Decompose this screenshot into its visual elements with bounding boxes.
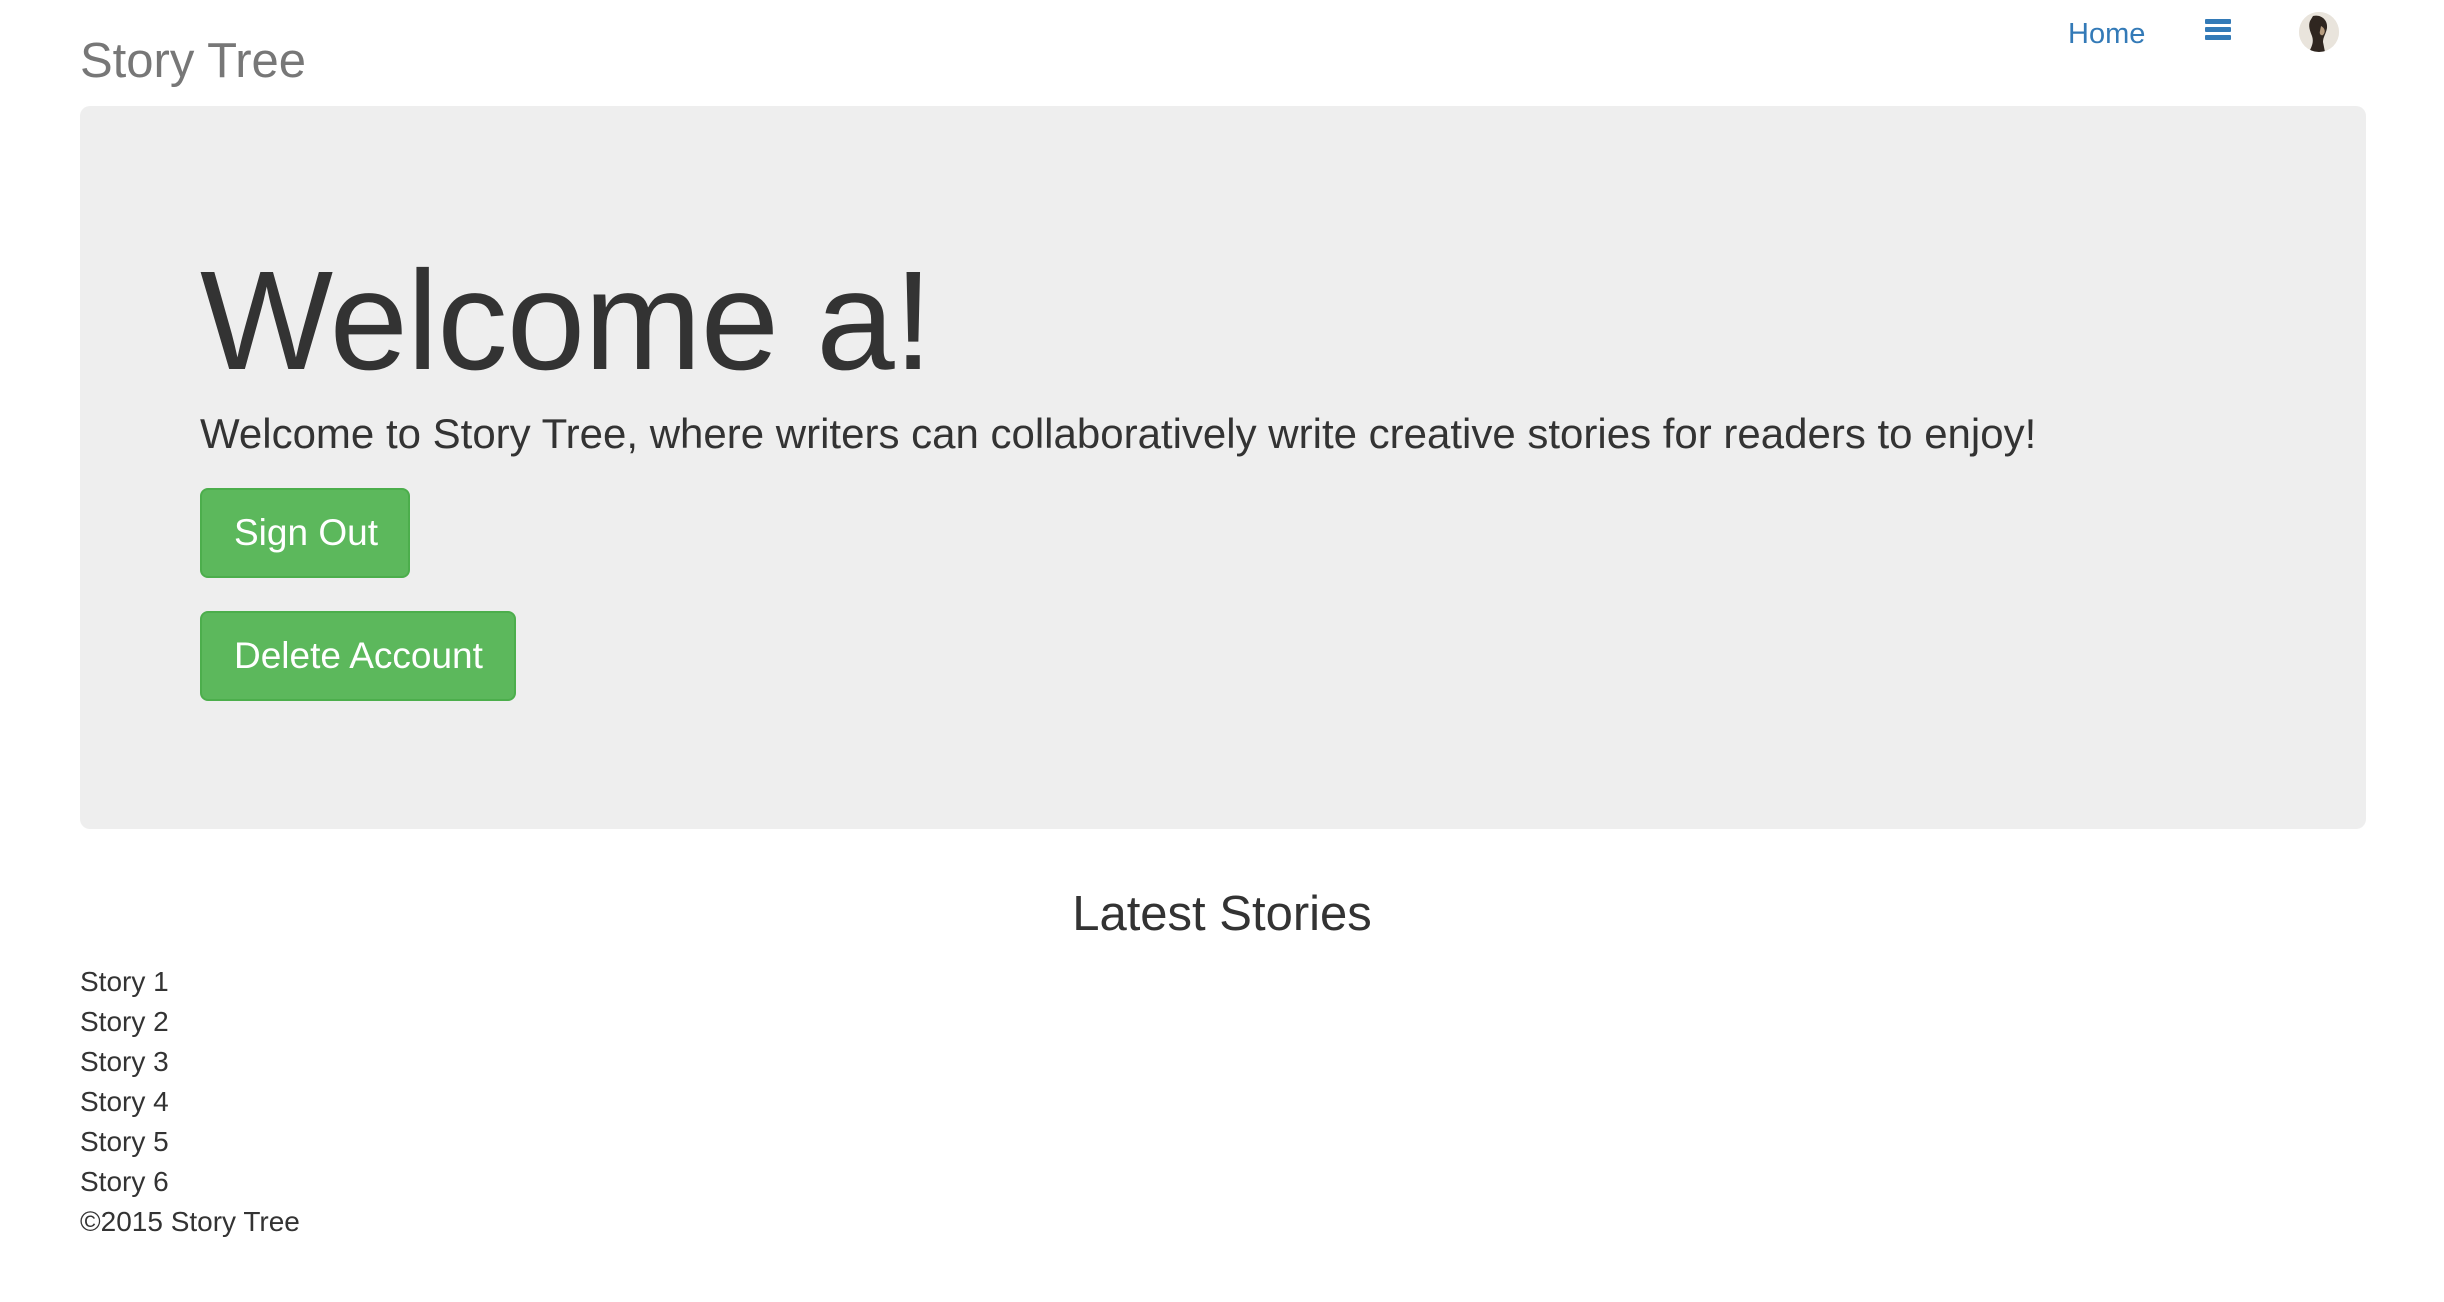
user-avatar[interactable] (2299, 12, 2339, 52)
page: Story Tree Home Welcome a! Welcome to St… (0, 0, 2444, 1302)
story-item[interactable]: Story 2 (80, 1002, 169, 1042)
story-item[interactable]: Story 1 (80, 962, 169, 1002)
footer-copyright: ©2015 Story Tree (80, 1206, 300, 1237)
story-item[interactable]: Story 3 (80, 1042, 169, 1082)
welcome-lead: Welcome to Story Tree, where writers can… (200, 410, 2037, 457)
jumbotron: Welcome a! Welcome to Story Tree, where … (80, 106, 2366, 829)
hamburger-menu-icon[interactable] (2205, 17, 2231, 43)
sign-out-button[interactable]: Sign Out (200, 488, 410, 578)
story-item[interactable]: Story 6 (80, 1162, 169, 1202)
brand-link[interactable]: Story Tree (80, 30, 306, 92)
story-list: Story 1 Story 2 Story 3 Story 4 Story 5 … (80, 962, 169, 1202)
avatar-image (2299, 12, 2339, 52)
delete-account-button[interactable]: Delete Account (200, 611, 516, 701)
nav-home-link[interactable]: Home (2068, 14, 2145, 54)
story-item[interactable]: Story 4 (80, 1082, 169, 1122)
welcome-heading: Welcome a! (200, 241, 933, 399)
story-item[interactable]: Story 5 (80, 1122, 169, 1162)
latest-stories-heading: Latest Stories (1072, 887, 1372, 941)
